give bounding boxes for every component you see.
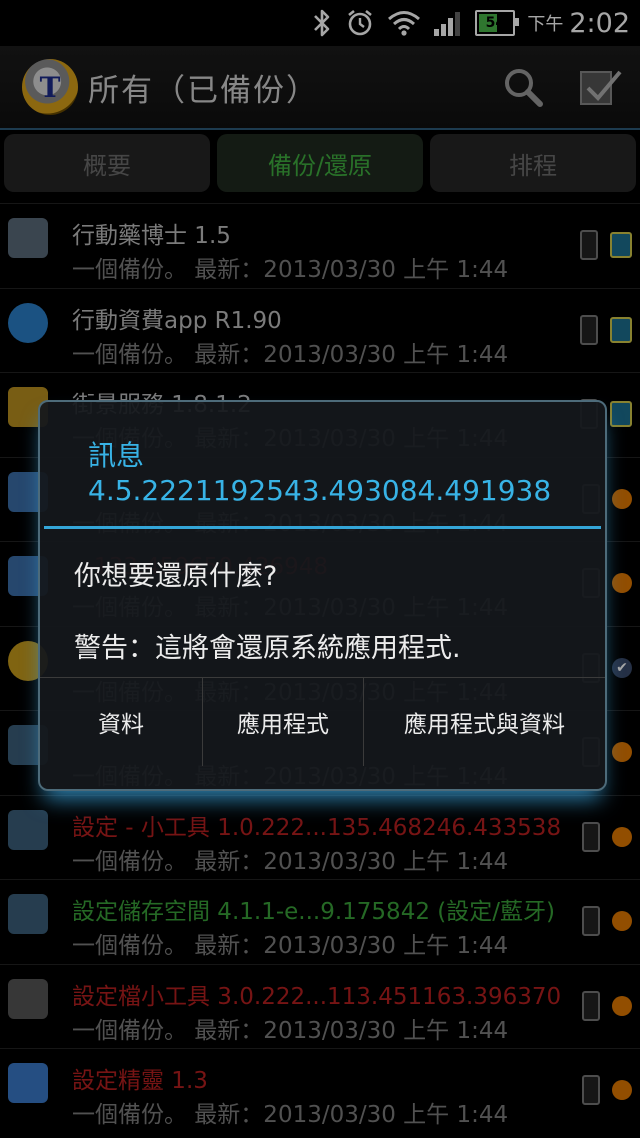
restore-data-button[interactable]: 資料 [40,678,203,766]
dialog-title: 訊息 [88,439,145,472]
dialog-divider [44,526,601,529]
dialog-message: 你想要還原什麼? [74,561,278,592]
dialog-buttons: 資料 應用程式 應用程式與資料 [40,677,605,766]
restore-app-button[interactable]: 應用程式 [203,678,364,766]
dialog-subtitle: 4.5.2221192543.493084.491938 [88,474,552,507]
restore-app-and-data-button[interactable]: 應用程式與資料 [364,678,605,766]
restore-dialog: 訊息 4.5.2221192543.493084.491938 你想要還原什麼?… [38,400,607,791]
dialog-warning: 警告：這將會還原系統應用程式. [74,633,461,664]
